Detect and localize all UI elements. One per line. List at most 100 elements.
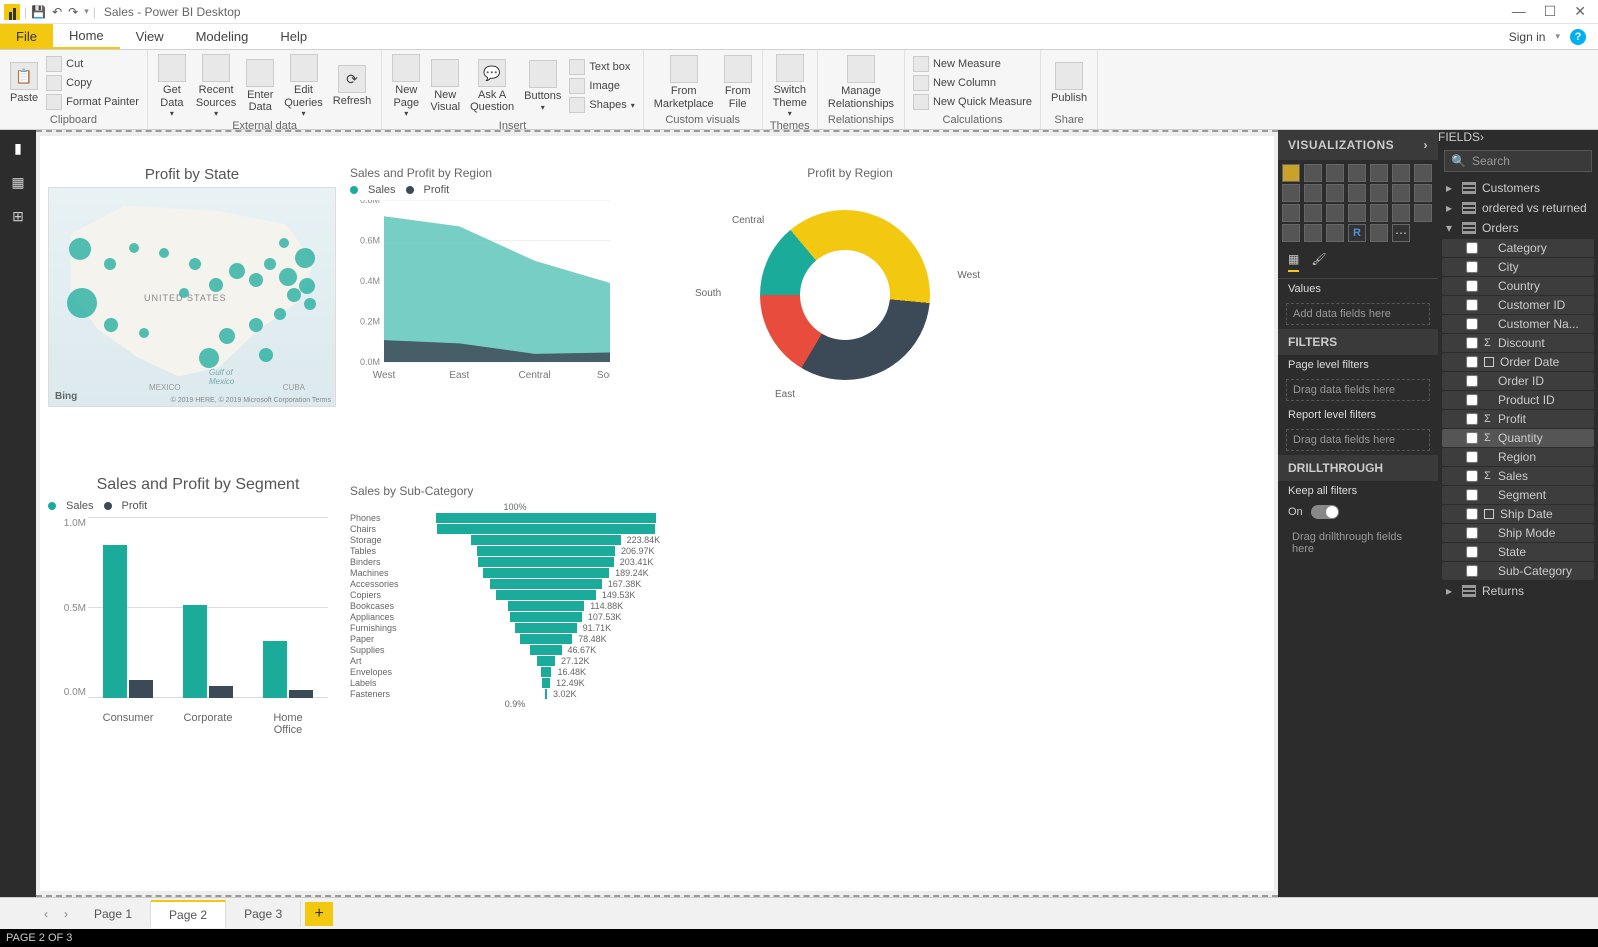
new-measure-button[interactable]: New Measure: [911, 55, 1034, 73]
field-city[interactable]: City: [1442, 258, 1594, 276]
viz-icon[interactable]: [1414, 164, 1432, 182]
undo-icon[interactable]: ↶: [52, 5, 62, 19]
viz-icon[interactable]: [1304, 164, 1322, 182]
paste-button[interactable]: 📋Paste: [6, 60, 42, 107]
visual-area[interactable]: Sales and Profit by Region Sales Profit …: [350, 166, 640, 380]
page-nav-next[interactable]: ›: [56, 907, 76, 921]
from-file-button[interactable]: From File: [720, 53, 756, 112]
viz-icon[interactable]: [1392, 204, 1410, 222]
add-page-button[interactable]: +: [305, 902, 333, 926]
table-customers[interactable]: ▸Customers: [1438, 178, 1598, 198]
collapse-fields-icon[interactable]: ›: [1480, 130, 1484, 144]
redo-icon[interactable]: ↷: [68, 5, 78, 19]
format-tab-icon[interactable]: 🖌: [1311, 252, 1326, 272]
publish-button[interactable]: Publish: [1047, 60, 1091, 107]
report-filters-well[interactable]: Drag data fields here: [1286, 429, 1430, 451]
fields-tab-icon[interactable]: ▦: [1288, 252, 1299, 272]
viz-icon[interactable]: [1326, 164, 1344, 182]
format-painter-button[interactable]: Format Painter: [44, 93, 141, 111]
from-marketplace-button[interactable]: From Marketplace: [650, 53, 718, 112]
new-visual-button[interactable]: New Visual: [426, 57, 464, 116]
tab-view[interactable]: View: [120, 24, 180, 49]
report-view-icon[interactable]: ▮: [8, 138, 28, 158]
drillthrough-well[interactable]: Drag drillthrough fields here: [1286, 527, 1430, 559]
field-order-date[interactable]: Order Date: [1442, 353, 1594, 371]
values-well[interactable]: Add data fields here: [1286, 303, 1430, 325]
field-ship-mode[interactable]: Ship Mode: [1442, 524, 1594, 542]
sign-in-link[interactable]: Sign in: [1509, 30, 1546, 44]
model-view-icon[interactable]: ⊞: [8, 206, 28, 226]
viz-icon[interactable]: [1414, 204, 1432, 222]
field-segment[interactable]: Segment: [1442, 486, 1594, 504]
viz-icon[interactable]: [1370, 204, 1388, 222]
get-data-button[interactable]: Get Data▾: [154, 52, 190, 120]
page-tab-1[interactable]: Page 1: [76, 901, 151, 927]
switch-theme-button[interactable]: Switch Theme▾: [769, 52, 811, 120]
visual-map[interactable]: Profit by State UNITED STATES Gulf of Me…: [48, 166, 336, 407]
report-canvas[interactable]: Profit by State UNITED STATES Gulf of Me…: [36, 130, 1278, 897]
visual-segment-bar[interactable]: Sales and Profit by Segment Sales Profit…: [48, 476, 348, 718]
tab-file[interactable]: File: [0, 24, 53, 49]
table-ordered-vs-returned[interactable]: ▸ordered vs returned: [1438, 198, 1598, 218]
field-profit[interactable]: ΣProfit: [1442, 410, 1594, 428]
viz-icon[interactable]: [1370, 184, 1388, 202]
new-page-button[interactable]: New Page▾: [388, 52, 424, 120]
field-state[interactable]: State: [1442, 543, 1594, 561]
viz-icon[interactable]: [1282, 204, 1300, 222]
save-icon[interactable]: 💾: [31, 5, 46, 19]
new-quick-measure-button[interactable]: New Quick Measure: [911, 93, 1034, 111]
viz-py-icon[interactable]: [1370, 224, 1388, 242]
viz-icon[interactable]: [1348, 164, 1366, 182]
chevron-down-icon[interactable]: ▾: [1555, 31, 1560, 42]
field-customer-na-[interactable]: Customer Na...: [1442, 315, 1594, 333]
field-category[interactable]: Category: [1442, 239, 1594, 257]
viz-icon[interactable]: [1392, 164, 1410, 182]
refresh-button[interactable]: ⟳Refresh: [329, 63, 376, 110]
viz-icon[interactable]: [1370, 164, 1388, 182]
shapes-button[interactable]: Shapes▾: [567, 96, 636, 114]
text-box-button[interactable]: Text box: [567, 58, 636, 76]
buttons-button[interactable]: Buttons▾: [520, 58, 565, 114]
field-region[interactable]: Region: [1442, 448, 1594, 466]
viz-icon[interactable]: [1326, 224, 1344, 242]
viz-icon[interactable]: [1304, 184, 1322, 202]
table-returns[interactable]: ▸Returns: [1438, 581, 1598, 601]
viz-icon[interactable]: [1304, 204, 1322, 222]
ask-question-button[interactable]: 💬Ask A Question: [466, 57, 518, 116]
viz-icon[interactable]: [1282, 224, 1300, 242]
viz-icon[interactable]: [1304, 224, 1322, 242]
new-column-button[interactable]: New Column: [911, 74, 1034, 92]
tab-help[interactable]: Help: [264, 24, 323, 49]
close-icon[interactable]: ✕: [1574, 3, 1586, 20]
viz-icon[interactable]: [1348, 184, 1366, 202]
table-orders[interactable]: ▾Orders: [1438, 218, 1598, 238]
viz-stacked-bar-icon[interactable]: [1282, 164, 1300, 182]
viz-more-icon[interactable]: ⋯: [1392, 224, 1410, 242]
viz-icon[interactable]: [1326, 184, 1344, 202]
help-icon[interactable]: ?: [1570, 29, 1586, 45]
viz-icon[interactable]: [1282, 184, 1300, 202]
minimize-icon[interactable]: —: [1512, 3, 1526, 20]
manage-relationships-button[interactable]: Manage Relationships: [824, 53, 898, 112]
field-sub-category[interactable]: Sub-Category: [1442, 562, 1594, 580]
page-tab-3[interactable]: Page 3: [226, 901, 301, 927]
viz-icon[interactable]: [1348, 204, 1366, 222]
viz-icon[interactable]: [1392, 184, 1410, 202]
qat-dropdown-icon[interactable]: ▾: [84, 6, 89, 17]
field-sales[interactable]: ΣSales: [1442, 467, 1594, 485]
cut-button[interactable]: Cut: [44, 55, 141, 73]
field-customer-id[interactable]: Customer ID: [1442, 296, 1594, 314]
field-country[interactable]: Country: [1442, 277, 1594, 295]
recent-sources-button[interactable]: Recent Sources▾: [192, 52, 240, 120]
maximize-icon[interactable]: ☐: [1544, 3, 1557, 20]
viz-icon[interactable]: [1326, 204, 1344, 222]
keep-filters-toggle[interactable]: [1311, 505, 1339, 519]
page-nav-prev[interactable]: ‹: [36, 907, 56, 921]
tab-modeling[interactable]: Modeling: [180, 24, 265, 49]
enter-data-button[interactable]: Enter Data: [242, 57, 278, 116]
field-order-id[interactable]: Order ID: [1442, 372, 1594, 390]
collapse-viz-icon[interactable]: ›: [1424, 138, 1429, 152]
page-tab-2[interactable]: Page 2: [151, 900, 226, 928]
field-ship-date[interactable]: Ship Date: [1442, 505, 1594, 523]
tab-home[interactable]: Home: [53, 24, 120, 49]
